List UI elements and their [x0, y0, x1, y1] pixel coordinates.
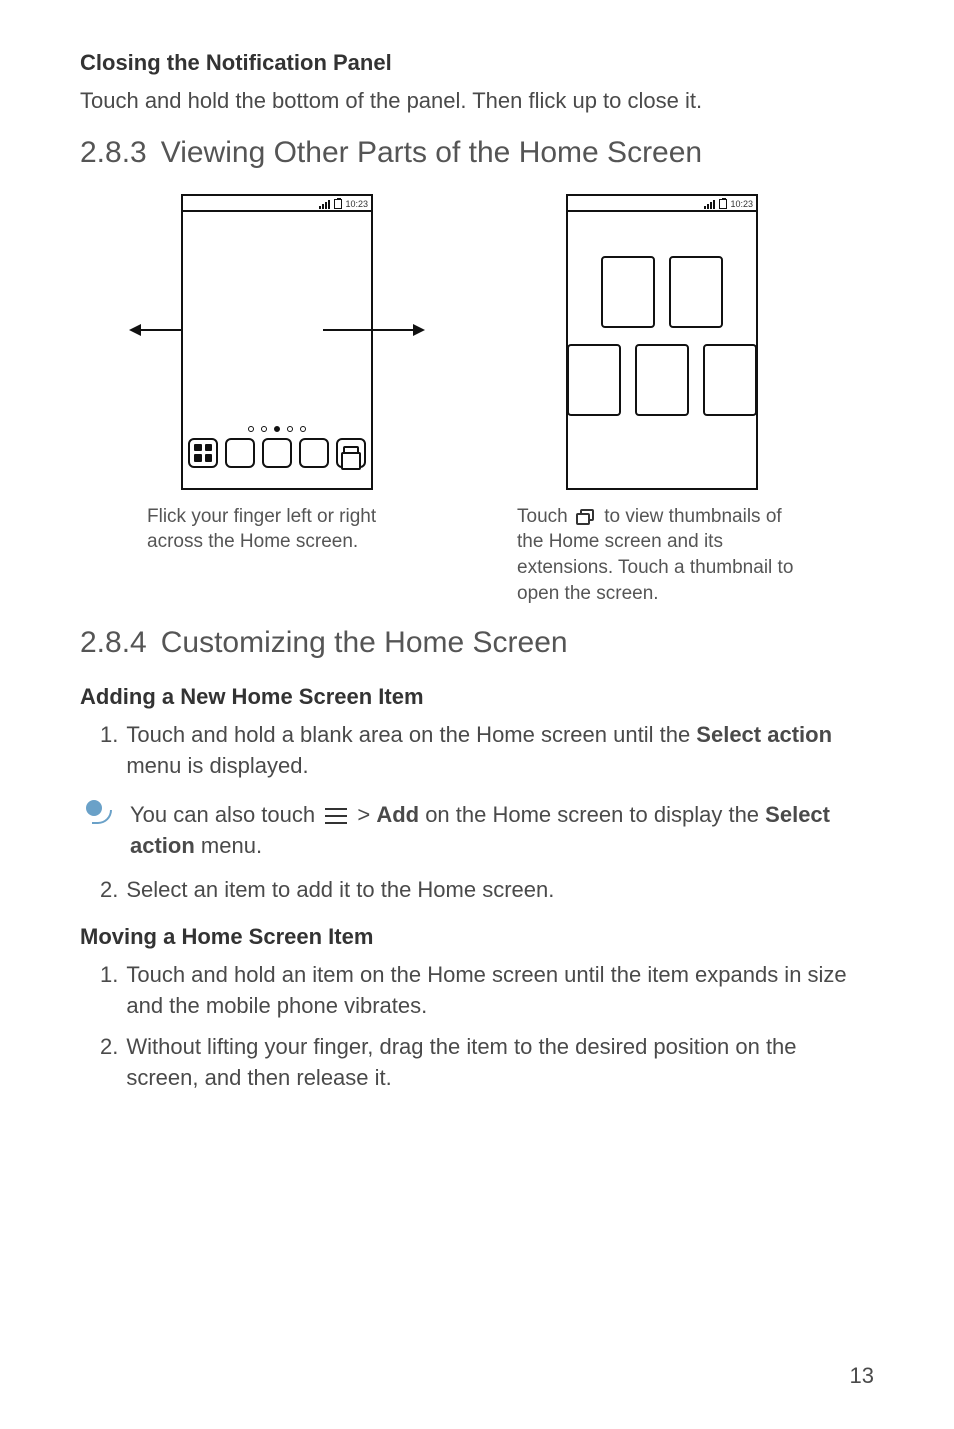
battery-icon [334, 199, 342, 209]
home-thumbnail [601, 256, 655, 328]
caption-text: Touch [517, 506, 573, 527]
tip-segment: on the Home screen to display the [419, 802, 765, 827]
figure-thumbnails: 10:23 Touch to view thumbnails of the Ho… [517, 194, 807, 607]
dock-row [188, 438, 366, 468]
heading-text: Viewing Other Parts of the Home Screen [161, 136, 702, 169]
figures-row: 10:23 Flick your [80, 194, 874, 607]
step-text: Without lifting your finger, drag the it… [126, 1032, 874, 1094]
step-number: 2. [100, 875, 118, 906]
step-text: Touch and hold an item on the Home scree… [126, 960, 874, 1022]
step-bold: Select action [696, 722, 832, 747]
thumbnails-icon [576, 509, 596, 525]
figure-flick: 10:23 Flick your [147, 194, 407, 607]
status-bar: 10:23 [183, 196, 371, 212]
phone-mock-thumbnails: 10:23 [566, 194, 758, 490]
heading-viewing: 2.8.3 Viewing Other Parts of the Home Scr… [80, 136, 874, 170]
add-steps-list: 1. Touch and hold a blank area on the Ho… [80, 720, 874, 782]
figure-caption-flick: Flick your finger left or right across t… [147, 504, 407, 555]
signal-icon [704, 199, 716, 209]
home-thumbnail [567, 344, 621, 416]
add-steps-list-cont: 2. Select an item to add it to the Home … [80, 875, 874, 906]
battery-icon [719, 199, 727, 209]
status-clock: 10:23 [345, 196, 368, 212]
step-text: Select an item to add it to the Home scr… [126, 875, 874, 906]
heading-number: 2.8.3 [80, 136, 147, 170]
tip-block: You can also touch > Add on the Home scr… [80, 800, 874, 862]
heading-customizing: 2.8.4 Customizing the Home Screen [80, 626, 874, 660]
list-item: 2. Without lifting your finger, drag the… [80, 1032, 874, 1094]
tip-bold: Add [376, 802, 419, 827]
apps-grid-icon [188, 438, 218, 468]
step-text: Touch and hold a blank area on the Home … [126, 722, 696, 747]
dock-tile [262, 438, 292, 468]
signal-icon [319, 199, 331, 209]
list-item: 1. Touch and hold an item on the Home sc… [80, 960, 874, 1022]
tip-icon [86, 800, 116, 826]
heading-number: 2.8.4 [80, 626, 147, 660]
list-item: 1. Touch and hold a blank area on the Ho… [80, 720, 874, 782]
home-thumbnail [635, 344, 689, 416]
status-clock: 10:23 [730, 196, 753, 212]
page-dots [248, 426, 306, 432]
status-bar: 10:23 [568, 196, 756, 212]
dock-tile [299, 438, 329, 468]
tip-segment: menu. [195, 833, 262, 858]
step-number: 2. [100, 1032, 118, 1094]
subheading-closing: Closing the Notification Panel [80, 50, 874, 76]
tip-text: You can also touch > Add on the Home scr… [130, 800, 874, 862]
heading-text: Customizing the Home Screen [161, 626, 568, 659]
thumbnails-icon [336, 438, 366, 468]
page-number: 13 [850, 1363, 874, 1389]
phone-mock-flick: 10:23 [181, 194, 373, 490]
move-steps-list: 1. Touch and hold an item on the Home sc… [80, 960, 874, 1093]
list-item: 2. Select an item to add it to the Home … [80, 875, 874, 906]
tip-segment: You can also touch [130, 802, 321, 827]
step-number: 1. [100, 960, 118, 1022]
para-closing: Touch and hold the bottom of the panel. … [80, 86, 874, 116]
menu-icon [325, 808, 347, 824]
step-number: 1. [100, 720, 118, 782]
step-text: menu is displayed. [126, 753, 308, 778]
dock-tile [225, 438, 255, 468]
tip-segment: > [351, 802, 376, 827]
home-thumbnail [669, 256, 723, 328]
arrow-right-icon [323, 329, 423, 331]
subheading-moving: Moving a Home Screen Item [80, 924, 874, 950]
subheading-adding: Adding a New Home Screen Item [80, 684, 874, 710]
figure-caption-thumbnails: Touch to view thumbnails of the Home scr… [517, 504, 807, 607]
home-thumbnail [703, 344, 757, 416]
